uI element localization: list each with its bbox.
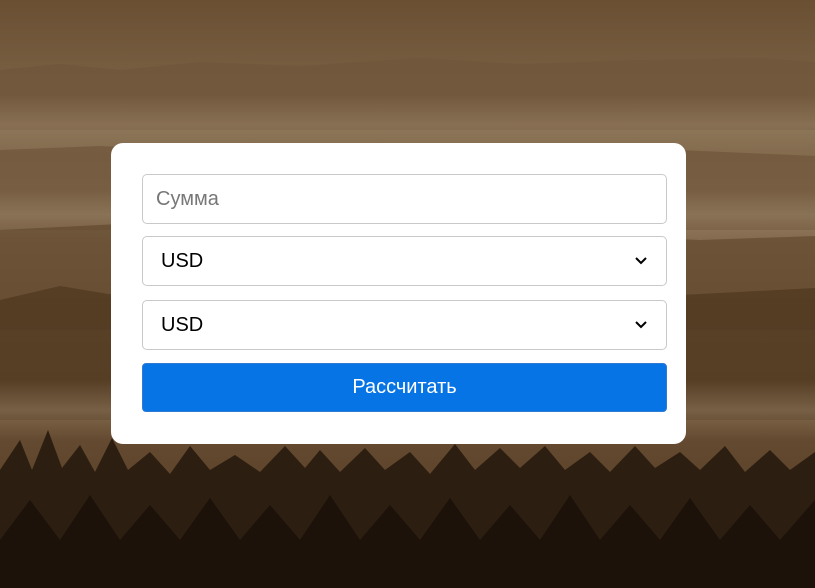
converter-card: USD USD Рассчитать [111,143,686,444]
to-currency-select[interactable]: USD [142,300,667,350]
calculate-button[interactable]: Рассчитать [142,363,667,412]
from-currency-select[interactable]: USD [142,236,667,286]
from-currency-value: USD [161,249,204,272]
to-currency-value: USD [161,313,204,336]
chevron-down-icon [634,254,648,268]
chevron-down-icon [634,318,648,332]
amount-input[interactable] [142,174,667,224]
